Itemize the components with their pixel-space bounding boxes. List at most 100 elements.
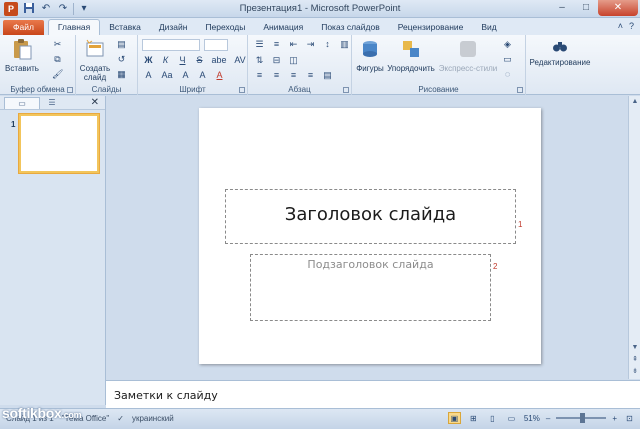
align-left-icon[interactable]: ≡ (254, 70, 265, 80)
shapes-icon (363, 41, 377, 57)
new-slide-label: Создать слайд (79, 64, 111, 82)
scroll-down-icon[interactable]: ▼ (630, 342, 640, 354)
tab-design[interactable]: Дизайн (150, 20, 197, 35)
minimize-button[interactable]: – (550, 0, 574, 16)
underline-button[interactable]: Ч (177, 55, 188, 65)
subtitle-placeholder[interactable]: Подзаголовок слайда (250, 254, 491, 321)
columns-icon[interactable]: ▥ (339, 39, 350, 49)
slides-group-label: Слайды (91, 85, 122, 94)
tab-home[interactable]: Главная (47, 19, 101, 35)
ribbon-tabs: Файл Главная Вставка Дизайн Переходы Ани… (0, 18, 640, 35)
italic-button[interactable]: К (160, 55, 171, 65)
editing-button[interactable]: Редактирование (528, 38, 592, 67)
maximize-button[interactable]: □ (574, 0, 598, 16)
arrange-label: Упорядочить (387, 64, 435, 73)
arrange-icon (403, 41, 419, 57)
format-painter-icon[interactable]: 🖌 (52, 69, 63, 79)
editing-label: Редактирование (529, 58, 591, 67)
zoom-slider[interactable] (556, 413, 607, 423)
zoom-in-button[interactable]: + (612, 414, 617, 423)
help-icon[interactable]: ? (629, 21, 634, 31)
zoom-slider-thumb[interactable] (580, 413, 586, 423)
layout-icon[interactable]: ▤ (116, 39, 127, 49)
copy-icon[interactable]: ⧉ (52, 54, 63, 64)
char-spacing-button[interactable]: AV (233, 55, 247, 65)
tab-outline[interactable]: ☰ (44, 97, 60, 109)
next-slide-icon[interactable]: ⇟ (630, 366, 640, 378)
reset-icon[interactable]: ↺ (116, 54, 127, 64)
title-placeholder[interactable]: Заголовок слайда (225, 189, 516, 244)
spellcheck-icon[interactable]: ✓ (117, 414, 124, 423)
paragraph-launcher-icon[interactable] (343, 87, 349, 93)
tab-insert[interactable]: Вставка (100, 20, 150, 35)
font-color-button[interactable]: A (214, 70, 225, 80)
zoom-level[interactable]: 51% (524, 414, 540, 423)
tab-review[interactable]: Рецензирование (389, 20, 473, 35)
text-shadow-button[interactable]: abe (211, 55, 227, 65)
font-size-combo[interactable] (204, 39, 228, 51)
vertical-scrollbar[interactable]: ▲ ▼ ⇞ ⇟ (628, 96, 640, 379)
bullets-icon[interactable]: ☰ (254, 39, 265, 49)
strikethrough-button[interactable]: S (194, 55, 205, 65)
shapes-button[interactable]: Фигуры (354, 38, 386, 73)
subtitle-placeholder-text: Подзаголовок слайда (307, 258, 434, 271)
slide-canvas[interactable]: Заголовок слайда 1 Подзаголовок слайда 2 (199, 108, 541, 364)
cut-icon[interactable]: ✂ (52, 39, 63, 49)
increase-indent-icon[interactable]: ⇥ (305, 39, 316, 49)
paste-button[interactable]: Вставить (4, 38, 40, 73)
paragraph-group-label: Абзац (288, 85, 311, 94)
minimize-ribbon-icon[interactable]: ˄ (618, 21, 623, 31)
font-family-combo[interactable] (142, 39, 200, 51)
bold-button[interactable]: Ж (143, 55, 154, 65)
justify-icon[interactable]: ≡ (305, 70, 316, 80)
shapes-label: Фигуры (356, 64, 384, 73)
grow-font-button[interactable]: A (143, 70, 154, 80)
numbering-icon[interactable]: ≡ (271, 39, 282, 49)
close-panel-icon[interactable]: ✕ (91, 97, 99, 108)
window-title: Презентация1 - Microsoft PowerPoint (239, 3, 401, 14)
decrease-indent-icon[interactable]: ⇤ (288, 39, 299, 49)
scroll-up-icon[interactable]: ▲ (630, 96, 640, 108)
change-case-button[interactable]: Aa (160, 70, 174, 80)
slide-sorter-view-icon[interactable]: ⊞ (467, 412, 480, 424)
quick-styles-button[interactable]: Экспресс-стили (438, 38, 498, 73)
shrink-font-button[interactable]: A (180, 70, 191, 80)
shape-effects-icon[interactable]: ◌ (502, 69, 513, 79)
slideshow-view-icon[interactable]: ▭ (505, 412, 518, 424)
clipboard-launcher-icon[interactable] (67, 87, 73, 93)
zoom-out-button[interactable]: – (546, 414, 550, 423)
text-direction-icon[interactable]: ⇅ (254, 55, 265, 65)
align-center-icon[interactable]: ≡ (271, 70, 282, 80)
font-launcher-icon[interactable] (239, 87, 245, 93)
drawing-launcher-icon[interactable] (517, 87, 523, 93)
status-right: ▣ ⊞ ▯ ▭ 51% – + ⊡ (447, 412, 636, 424)
clipboard-group-label: Буфер обмена (10, 85, 65, 94)
notes-pane[interactable]: Заметки к слайду (106, 380, 640, 408)
close-button[interactable]: ✕ (598, 0, 638, 16)
shape-outline-icon[interactable]: ▭ (502, 54, 513, 64)
language[interactable]: украинский (132, 414, 174, 423)
tab-view[interactable]: Вид (472, 20, 505, 35)
fit-to-window-icon[interactable]: ⊡ (623, 412, 636, 424)
tab-animations[interactable]: Анимация (254, 20, 312, 35)
tab-transitions[interactable]: Переходы (196, 20, 254, 35)
distribute-icon[interactable]: ▤ (322, 70, 333, 80)
slide-thumbnail[interactable] (19, 114, 99, 173)
align-right-icon[interactable]: ≡ (288, 70, 299, 80)
smartart-icon[interactable]: ◫ (288, 55, 299, 65)
line-spacing-icon[interactable]: ↕ (322, 39, 333, 49)
tab-slideshow[interactable]: Показ слайдов (312, 20, 389, 35)
align-text-icon[interactable]: ⊟ (271, 55, 282, 65)
font-color-row: A Aa A A A (143, 70, 225, 80)
normal-view-icon[interactable]: ▣ (447, 412, 461, 424)
new-slide-button[interactable]: Создать слайд (78, 38, 112, 82)
reading-view-icon[interactable]: ▯ (486, 412, 499, 424)
previous-slide-icon[interactable]: ⇞ (630, 354, 640, 366)
title-placeholder-number: 1 (518, 220, 523, 229)
arrange-button[interactable]: Упорядочить (386, 38, 436, 73)
section-icon[interactable]: ▦ (116, 69, 127, 79)
tab-file[interactable]: Файл (3, 20, 44, 35)
tab-slides-thumbnails[interactable]: ▭ (4, 96, 40, 109)
clear-format-button[interactable]: A (197, 70, 208, 80)
shape-fill-icon[interactable]: ◈ (502, 39, 513, 49)
